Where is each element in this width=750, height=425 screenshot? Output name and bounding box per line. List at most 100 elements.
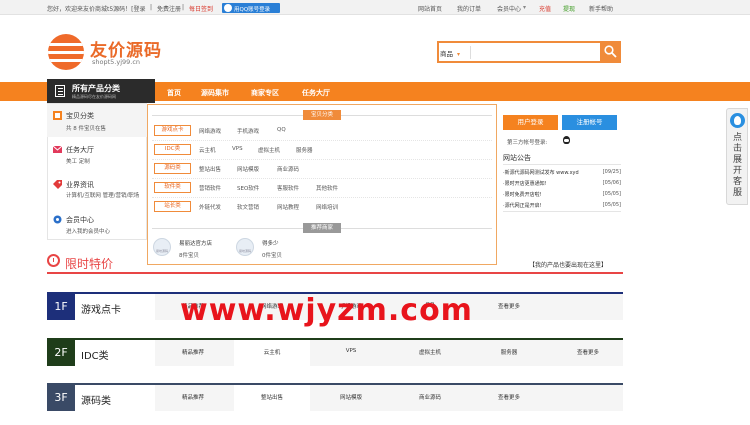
- all-categories-title: 所有产品分类: [72, 84, 120, 93]
- panel-item[interactable]: 云主机: [199, 146, 216, 154]
- panel-item[interactable]: 客服软件: [277, 184, 299, 192]
- floor-tab[interactable]: 虚拟主机: [392, 348, 468, 356]
- top-link-home[interactable]: 网站首页: [418, 4, 442, 13]
- gear-icon: [53, 215, 62, 224]
- category-dropdown-panel: 宝贝分类 游戏点卡 网络游戏 手机游戏 QQ IDC类 云主机 VPS 虚拟主机…: [147, 104, 497, 265]
- panel-cat-source[interactable]: 源码类: [154, 163, 191, 174]
- search-button[interactable]: [600, 41, 621, 63]
- floor-tab[interactable]: 网站模版: [313, 393, 389, 401]
- limited-sale-link[interactable]: 【我的产品也要出现在这里】: [529, 260, 607, 269]
- panel-cat-software[interactable]: 软件类: [154, 182, 191, 193]
- panel-item[interactable]: 网络游戏: [199, 127, 221, 135]
- nav-item-tasks[interactable]: 任务大厅: [302, 88, 330, 98]
- panel-item[interactable]: 网站模版: [237, 165, 259, 173]
- qq-login-button[interactable]: 用QQ账号登录: [222, 3, 280, 13]
- sidebar-item-news[interactable]: 业界资讯 计算机/互联网 管理/营销/职场: [47, 177, 147, 213]
- panel-item[interactable]: 外链代发: [199, 203, 221, 211]
- shop-count: 8件宝贝: [179, 253, 199, 259]
- top-link-member[interactable]: 会员中心: [497, 4, 521, 13]
- top-sep: |: [182, 4, 185, 11]
- customer-service-tab[interactable]: 点击展开客服: [726, 108, 748, 205]
- shop-logo-icon[interactable]: 易坊源码: [236, 238, 254, 256]
- floor-tab[interactable]: 云主机: [234, 340, 310, 366]
- panel-item[interactable]: 网站教程: [277, 203, 299, 211]
- all-categories-button[interactable]: 所有产品分类 精品源码尽在友价源码网: [47, 79, 155, 103]
- announcement-item[interactable]: ·限时开店更惠通知! [05/06]: [503, 180, 621, 187]
- third-party-login-label: 第三方帐号登录:: [507, 140, 548, 146]
- top-link-withdraw[interactable]: 提现: [563, 4, 575, 13]
- search-type-select[interactable]: 商品 ▾: [440, 48, 460, 58]
- floor-tab[interactable]: 整站出售: [234, 385, 310, 411]
- panel-item[interactable]: 网络培训: [316, 203, 338, 211]
- floor-title: 源码类: [81, 396, 111, 407]
- search-icon: [604, 45, 617, 58]
- top-link-orders[interactable]: 我的订单: [457, 4, 481, 13]
- panel-item[interactable]: SEO软件: [237, 184, 259, 192]
- nav-item-market[interactable]: 源码集市: [201, 88, 229, 98]
- recommended-sellers-title: 推荐商家: [303, 223, 341, 233]
- panel-item[interactable]: 服务器: [296, 146, 313, 154]
- floor-tab[interactable]: 查看更多: [471, 393, 547, 401]
- floor-tabs: 精品推荐 云主机 VPS 虚拟主机 服务器 查看更多: [155, 340, 623, 366]
- sidebar-item-tasks[interactable]: 任务大厅 美工 定制: [47, 142, 147, 170]
- qq-icon: [224, 4, 232, 12]
- top-link-recharge[interactable]: 充值: [539, 4, 551, 13]
- logo-icon[interactable]: [48, 34, 84, 70]
- panel-item[interactable]: 其他软件: [316, 184, 338, 192]
- nav-item-sellers[interactable]: 商家专区: [251, 88, 279, 98]
- sidebar-item-member[interactable]: 会员中心 进入我的会员中心: [47, 212, 147, 238]
- floor-tab[interactable]: 服务器: [471, 348, 547, 356]
- sidebar-list: 宝贝分类 共 8 件宝贝在售 任务大厅 美工 定制 业界资讯 计算机/互联网 管…: [47, 104, 147, 240]
- floor-tab[interactable]: 精品推荐: [155, 348, 231, 356]
- checkin-link[interactable]: 每日签到: [189, 4, 213, 13]
- register-button[interactable]: 注册帐号: [562, 115, 617, 130]
- floor-number: 2F: [47, 340, 75, 366]
- announcement-item[interactable]: ·源代网正是开启! [05/05]: [503, 202, 621, 209]
- nav-item-home[interactable]: 首页: [167, 88, 181, 98]
- panel-item[interactable]: VPS: [232, 146, 243, 152]
- register-link[interactable]: 免费注册: [157, 4, 181, 13]
- panel-cat-idc[interactable]: IDC类: [154, 144, 191, 155]
- floor-title: 游戏点卡: [81, 305, 121, 316]
- panel-title: 宝贝分类: [303, 110, 341, 120]
- floor-tab[interactable]: 查看更多: [550, 348, 626, 356]
- clock-icon: [47, 254, 60, 267]
- announcement-item[interactable]: ·限时免费开店啦! [05/05]: [503, 191, 621, 198]
- all-categories-sub: 精品源码尽在友价源码网: [72, 94, 116, 99]
- watermark-text: www.wjyzm.com: [180, 293, 473, 328]
- search-input[interactable]: 商品 ▾: [437, 41, 621, 63]
- shop-name[interactable]: 易丽达官方店: [179, 239, 212, 247]
- shop-count: 0件宝贝: [262, 253, 282, 259]
- panel-item[interactable]: QQ: [277, 127, 286, 133]
- panel-item[interactable]: 营销软件: [199, 184, 221, 192]
- tag-icon: [53, 180, 62, 189]
- panel-item[interactable]: 手机游戏: [237, 127, 259, 135]
- top-bar: 您好，欢迎来友价商城t5源码！[登录 | 免费注册 | 每日签到 用QQ账号登录…: [0, 0, 750, 15]
- user-login-button[interactable]: 用户登录: [503, 115, 558, 130]
- announcements-title: 网站公告: [503, 154, 531, 162]
- floor-title: IDC类: [81, 351, 109, 362]
- shop-logo-icon[interactable]: 易坊源码: [153, 238, 171, 256]
- floor-tabs: 精品推荐 整站出售 网站模版 商业源码 查看更多: [155, 385, 623, 411]
- sidebar-item-categories[interactable]: 宝贝分类 共 8 件宝贝在售: [47, 104, 147, 137]
- chevron-down-icon: ▾: [457, 51, 461, 58]
- floor-tab[interactable]: 商业源码: [392, 393, 468, 401]
- logo-sub: shopt5.yj99.cn: [92, 58, 141, 66]
- panel-item[interactable]: 虚拟主机: [258, 146, 280, 154]
- top-link-help[interactable]: 新手帮助: [589, 4, 613, 13]
- panel-cat-webmaster[interactable]: 站长类: [154, 201, 191, 212]
- floor-tab[interactable]: VPS: [313, 348, 389, 354]
- panel-item[interactable]: 软文营销: [237, 203, 259, 211]
- qq-icon[interactable]: [563, 136, 570, 144]
- panel-item[interactable]: 商业源码: [277, 165, 299, 173]
- customer-service-label: 点击展开客服: [732, 133, 742, 198]
- panel-cat-game[interactable]: 游戏点卡: [154, 125, 191, 136]
- panel-item[interactable]: 整站出售: [199, 165, 221, 173]
- floor-tab[interactable]: 查看更多: [471, 302, 547, 310]
- qq-login-label: 用QQ账号登录: [234, 7, 271, 13]
- shop-name[interactable]: 得多少: [262, 239, 279, 247]
- chevron-down-icon: ▾: [523, 4, 527, 11]
- floor-tab[interactable]: 精品推荐: [155, 393, 231, 401]
- top-sep: |: [150, 4, 153, 11]
- announcement-item[interactable]: ·新源代源码网测试发布 www.xyd [09/25]: [503, 169, 621, 176]
